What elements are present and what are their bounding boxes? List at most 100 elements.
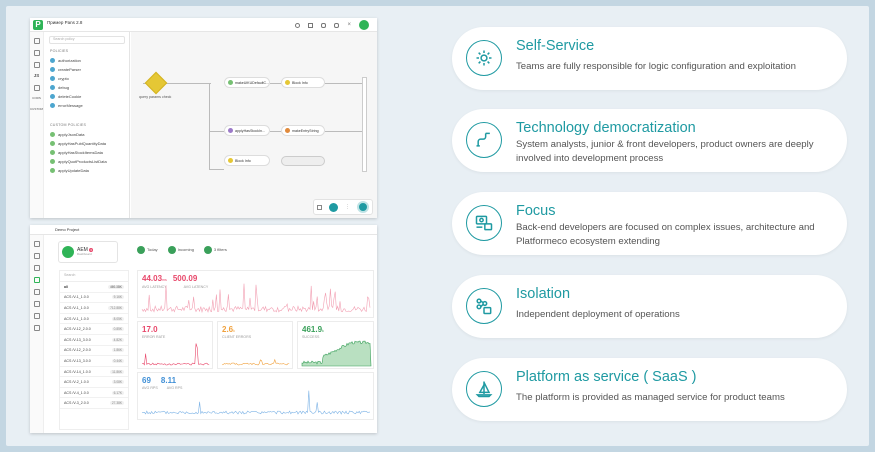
service-selector[interactable]: AEM 3 Dashboard xyxy=(58,241,118,263)
clock-icon[interactable] xyxy=(33,325,40,331)
aem-icon xyxy=(62,246,74,258)
check-icon[interactable] xyxy=(33,265,40,271)
policy-item[interactable]: applyHasStockItemsData xyxy=(45,148,129,157)
policy-item[interactable]: applyUpdateData xyxy=(45,166,129,175)
flow-edge xyxy=(325,83,363,84)
app-title: Пример Pans 2.8 xyxy=(47,20,83,25)
api-row[interactable]: ACS /V-4_1.0.0 6.17K xyxy=(60,388,128,399)
api-count: 27.38K xyxy=(109,401,124,406)
policy-icon xyxy=(50,76,55,81)
flow-node[interactable]: makeEntryString xyxy=(281,125,325,136)
project-name[interactable]: Demo Project xyxy=(55,227,79,232)
rail-cors[interactable]: CORS xyxy=(30,96,43,100)
filter-more[interactable]: 3 filters xyxy=(203,246,227,254)
feature-card: Platform as service ( SaaS ) The platform… xyxy=(452,358,847,421)
grid-icon[interactable] xyxy=(33,84,40,91)
policy-label: debug xyxy=(58,85,70,90)
feature-description: The platform is provided as managed serv… xyxy=(516,392,785,403)
rail-js[interactable]: JS xyxy=(30,73,43,79)
api-row-all[interactable]: all 460.38K xyxy=(60,282,128,293)
policy-icon xyxy=(50,58,55,63)
dashboard-rail xyxy=(30,235,44,433)
dashboard-label: Dashboard xyxy=(77,252,92,257)
api-search-input[interactable]: Search xyxy=(60,271,128,282)
flow-node[interactable]: Block Info xyxy=(281,77,325,88)
policy-item[interactable]: createParser xyxy=(45,65,129,74)
dashboard-topbar: Demo Project xyxy=(30,225,377,235)
policy-icon xyxy=(50,103,55,108)
policy-list: authorization createParser crypto debug dele… xyxy=(45,56,129,110)
monitor-icon[interactable] xyxy=(33,277,40,283)
api-row[interactable]: ACS /V-1_1.0.0 712.88K xyxy=(60,303,128,314)
search-icon[interactable] xyxy=(295,22,301,28)
policy-item[interactable]: applyJsonData xyxy=(45,130,129,139)
calendar-icon xyxy=(137,246,145,254)
api-row[interactable]: ACS /V-13_3.0.0 4.82K xyxy=(60,335,128,346)
api-count: 6.17K xyxy=(111,390,124,395)
monitoring-dashboard-screenshot: Demo Project AEM 3 Dashboard Today Incom… xyxy=(30,225,377,433)
zoom-controls: ⋮ xyxy=(313,199,373,215)
api-count: 11.86K xyxy=(110,369,124,374)
policy-item[interactable]: crypto xyxy=(45,74,129,83)
policy-editor-screenshot: P Пример Pans 2.8 × JS CORS CUSTOM Searc… xyxy=(30,18,377,218)
feature-description: Independent deployment of operations xyxy=(516,309,680,320)
policy-search-input[interactable]: Search policy xyxy=(53,37,75,42)
api-row[interactable]: ACS /V-13_3.0.0 0.44K xyxy=(60,356,128,367)
close-icon[interactable]: × xyxy=(347,22,351,28)
api-row[interactable]: ACS /V-12_2.0.0 1.86K xyxy=(60,346,128,357)
api-row[interactable]: ACS /V-1_1.0.0 8.05K xyxy=(60,314,128,325)
editor-toolbar: P Пример Pans 2.8 × xyxy=(30,18,377,32)
sync-icon[interactable] xyxy=(33,50,40,56)
policy-item[interactable]: applyQuotProductsListData xyxy=(45,157,129,166)
save-button[interactable] xyxy=(359,20,369,30)
api-row[interactable]: ACS /V-2_1.0.0 3.08K xyxy=(60,377,128,388)
redo-icon[interactable] xyxy=(334,22,340,28)
zoom-button[interactable] xyxy=(329,202,339,212)
undo-icon[interactable] xyxy=(321,22,327,28)
policy-item[interactable]: applyHasPublQuantityData xyxy=(45,139,129,148)
eye-icon[interactable] xyxy=(33,289,40,295)
file-icon[interactable] xyxy=(33,301,40,307)
flow-node[interactable]: Block Info xyxy=(224,155,270,166)
flow-edge xyxy=(171,83,211,84)
wrench-icon[interactable] xyxy=(308,22,314,28)
split-icon[interactable] xyxy=(33,62,40,68)
preview-button[interactable] xyxy=(356,201,369,213)
flow-node[interactable]: applyHasStockIn... xyxy=(224,125,270,136)
api-name: ACS /V-1_1.0.0 xyxy=(64,295,89,300)
api-list: Search all 460.38K ACS /V-1_1.0.0 9.16K ACS… xyxy=(59,270,129,430)
flow-canvas[interactable]: query params check makeUiKUDefaultC... B… xyxy=(131,32,377,218)
fit-icon[interactable] xyxy=(317,204,323,210)
flow-node[interactable]: makeUiKUDefaultC... xyxy=(224,77,270,88)
empty-node-slot[interactable] xyxy=(281,156,325,166)
feature-title: Self-Service xyxy=(516,38,595,54)
policy-icon xyxy=(50,132,55,137)
policy-item[interactable]: debug xyxy=(45,83,129,92)
flow-edge xyxy=(270,131,281,132)
policies-header: POLICIES xyxy=(50,49,69,53)
api-row[interactable]: ACS /V-3_2.0.0 27.38K xyxy=(60,398,128,410)
api-count: 712.88K xyxy=(108,305,124,310)
policy-item[interactable]: deleteCookie xyxy=(45,92,129,101)
api-name: ACS /V-1_1.0.0 xyxy=(64,316,89,321)
filter-today[interactable]: Today xyxy=(137,246,158,254)
policy-item[interactable]: errorMessage xyxy=(45,101,129,110)
rps-chart xyxy=(141,390,371,415)
more-icon[interactable]: ⋮ xyxy=(345,204,350,210)
api-row[interactable]: ACS /V-1_1.0.0 9.16K xyxy=(60,293,128,304)
api-row[interactable]: ACS /V-12_2.0.0 0.85K xyxy=(60,324,128,335)
condition-node[interactable] xyxy=(144,71,168,95)
home-icon[interactable] xyxy=(33,241,40,247)
rail-custom[interactable]: CUSTOM xyxy=(30,107,43,111)
policy-label: applyQuotProductsListData xyxy=(58,159,107,164)
cloud-icon[interactable] xyxy=(33,253,40,259)
pipe-icon xyxy=(466,122,502,158)
filter-incoming[interactable]: Incoming xyxy=(167,246,194,254)
developer-icon xyxy=(466,205,502,241)
policy-sidebar: Search policy POLICIES authorization crea… xyxy=(45,32,130,218)
edit-icon[interactable] xyxy=(33,313,40,319)
api-row[interactable]: ACS /V-14_1.0.0 11.86K xyxy=(60,367,128,378)
policy-item[interactable]: authorization xyxy=(45,56,129,65)
incoming-icon xyxy=(167,246,176,254)
move-icon[interactable] xyxy=(33,38,40,44)
